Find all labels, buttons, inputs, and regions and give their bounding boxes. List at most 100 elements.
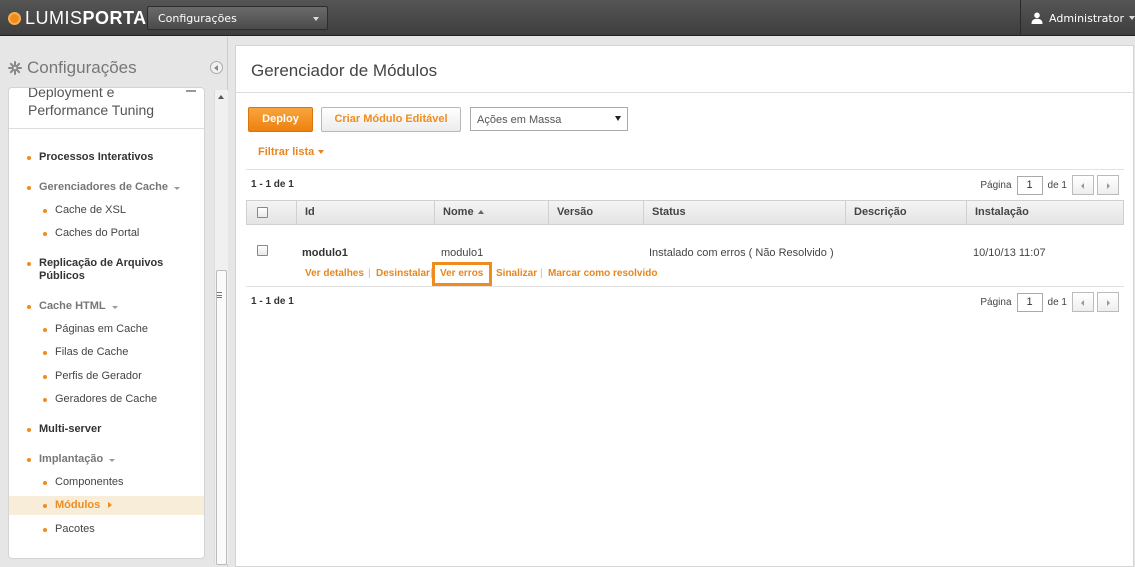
view-errors-highlight — [432, 262, 492, 286]
deploy-button[interactable]: Deploy — [248, 107, 313, 132]
sidebar-item-geradores-de-cache[interactable]: Geradores de Cache — [43, 393, 157, 406]
page-total: de 1 — [1047, 296, 1067, 308]
collapse-sidebar-button[interactable] — [210, 61, 223, 74]
sidebar-item-cache-de-xsl[interactable]: Cache de XSL — [43, 204, 126, 217]
create-editable-module-button[interactable]: Criar Módulo Editável — [321, 107, 461, 132]
page-label: Página — [980, 296, 1012, 308]
result-count: 1 - 1 de 1 — [251, 179, 294, 190]
chevron-down-icon — [1129, 16, 1135, 20]
sidebar-item-deployment-performance[interactable]: Deployment e Performance Tuning — [28, 88, 178, 119]
flag-link[interactable]: Sinalizar — [496, 268, 537, 279]
cell-id: modulo1 — [302, 247, 348, 259]
gear-icon — [8, 61, 22, 75]
column-header-versao[interactable]: Versão — [548, 201, 643, 224]
previous-page-button[interactable] — [1072, 175, 1094, 195]
context-select-value: Configurações — [158, 12, 237, 25]
uninstall-link[interactable]: Desinstalar — [376, 268, 430, 279]
cell-name: modulo1 — [441, 247, 484, 259]
previous-page-button[interactable] — [1072, 292, 1094, 312]
divider — [246, 169, 1124, 170]
sidebar-item-filas-de-cache[interactable]: Filas de Cache — [43, 346, 128, 359]
chevron-down-icon — [109, 459, 116, 462]
row-checkbox[interactable] — [257, 245, 268, 256]
bullet-icon — [27, 262, 31, 266]
pagination-bottom: Página 1 de 1 — [980, 292, 1119, 312]
bullet-icon — [43, 328, 47, 332]
chevron-down-icon — [318, 150, 325, 154]
divider — [236, 92, 1134, 93]
sidebar-item-caches-do-portal[interactable]: Caches do Portal — [43, 227, 139, 240]
next-page-button[interactable] — [1097, 175, 1119, 195]
divider — [9, 128, 204, 129]
divider — [246, 286, 1124, 287]
sidebar-item-implantacao[interactable]: Implantação — [27, 453, 197, 466]
cell-status: Instalado com erros ( Não Resolvido ) — [649, 247, 834, 259]
sidebar-item-paginas-em-cache[interactable]: Páginas em Cache — [43, 323, 148, 336]
column-header-status[interactable]: Status — [643, 201, 845, 224]
select-all-checkbox[interactable] — [257, 207, 268, 218]
bullet-icon — [27, 156, 31, 160]
sidebar-item-replicacao-de-arquivos[interactable]: Replicação de Arquivos Públicos — [27, 257, 177, 283]
result-count: 1 - 1 de 1 — [251, 296, 294, 307]
bullet-icon — [43, 232, 47, 236]
chevron-down-icon — [615, 116, 621, 121]
next-page-button[interactable] — [1097, 292, 1119, 312]
bullet-icon — [43, 209, 47, 213]
scroll-up-arrow-icon[interactable] — [218, 95, 224, 99]
sidebar-item-pacotes[interactable]: Pacotes — [43, 523, 95, 536]
column-header-nome[interactable]: Nome — [434, 201, 548, 224]
logo-text: LUMISPORTAL — [25, 7, 159, 28]
sidebar-item-perfis-de-gerador[interactable]: Perfis de Gerador — [43, 370, 142, 383]
top-bar: LUMISPORTAL Configurações Administrator — [0, 0, 1135, 36]
sidebar-scrollbar[interactable] — [214, 90, 228, 565]
main-content: Gerenciador de Módulos Deploy Criar Módu… — [235, 45, 1134, 567]
pagination-top: Página 1 de 1 — [980, 175, 1119, 195]
column-header-descricao[interactable]: Descrição — [845, 201, 966, 224]
logo-mark-icon — [8, 11, 21, 25]
sidebar-item-cache-html[interactable]: Cache HTML — [27, 300, 197, 313]
mass-actions-select[interactable]: Ações em Massa — [470, 107, 628, 131]
bullet-icon — [43, 398, 47, 402]
sidebar-item-componentes[interactable]: Componentes — [43, 476, 124, 489]
page-total: de 1 — [1047, 179, 1067, 191]
scroll-grip-icon — [217, 292, 222, 298]
action-separator: | — [368, 268, 371, 279]
user-icon — [1031, 12, 1043, 24]
user-menu[interactable]: Administrator — [1020, 0, 1135, 36]
bullet-icon — [27, 186, 31, 190]
collapse-group-icon[interactable] — [186, 90, 196, 92]
mark-resolved-link[interactable]: Marcar como resolvido — [548, 268, 657, 279]
sidebar-menu-panel: Deployment e Performance Tuning Processo… — [8, 87, 205, 559]
lumisportal-logo[interactable]: LUMISPORTAL — [8, 7, 158, 29]
chevron-down-icon — [174, 187, 181, 190]
bullet-icon — [43, 351, 47, 355]
column-header-id[interactable]: Id — [296, 201, 434, 224]
scrollbar-thumb[interactable] — [216, 270, 227, 565]
sidebar-title: Configurações — [27, 58, 137, 77]
column-header-instalacao[interactable]: Instalação — [966, 201, 1123, 224]
sort-ascending-icon — [477, 210, 484, 215]
chevron-right-icon — [108, 502, 113, 508]
sidebar-item-gerenciadores-de-cache[interactable]: Gerenciadores de Cache — [27, 181, 197, 194]
view-details-link[interactable]: Ver detalhes — [305, 268, 364, 279]
bullet-icon — [27, 305, 31, 309]
action-separator: | — [540, 268, 543, 279]
filter-list-link[interactable]: Filtrar lista — [258, 146, 325, 158]
bullet-icon — [27, 428, 31, 432]
bullet-icon — [43, 504, 47, 508]
context-select[interactable]: Configurações — [147, 6, 328, 30]
page-title: Gerenciador de Módulos — [251, 61, 438, 80]
cell-installed: 10/10/13 11:07 — [973, 247, 1046, 259]
sidebar: Configurações Deployment e Performance T… — [0, 37, 228, 567]
sidebar-item-multi-server[interactable]: Multi-server — [27, 423, 197, 436]
chevron-down-icon — [111, 306, 118, 309]
sidebar-item-processos-interativos[interactable]: Processos Interativos — [27, 151, 197, 164]
page-number-input[interactable]: 1 — [1016, 175, 1043, 195]
page-number-input[interactable]: 1 — [1016, 292, 1043, 312]
sidebar-item-modulos[interactable]: Módulos — [43, 499, 113, 512]
bullet-icon — [43, 528, 47, 532]
user-name: Administrator — [1049, 11, 1124, 25]
chevron-down-icon — [313, 17, 319, 21]
bullet-icon — [27, 458, 31, 462]
mass-actions-value: Ações em Massa — [477, 114, 562, 126]
